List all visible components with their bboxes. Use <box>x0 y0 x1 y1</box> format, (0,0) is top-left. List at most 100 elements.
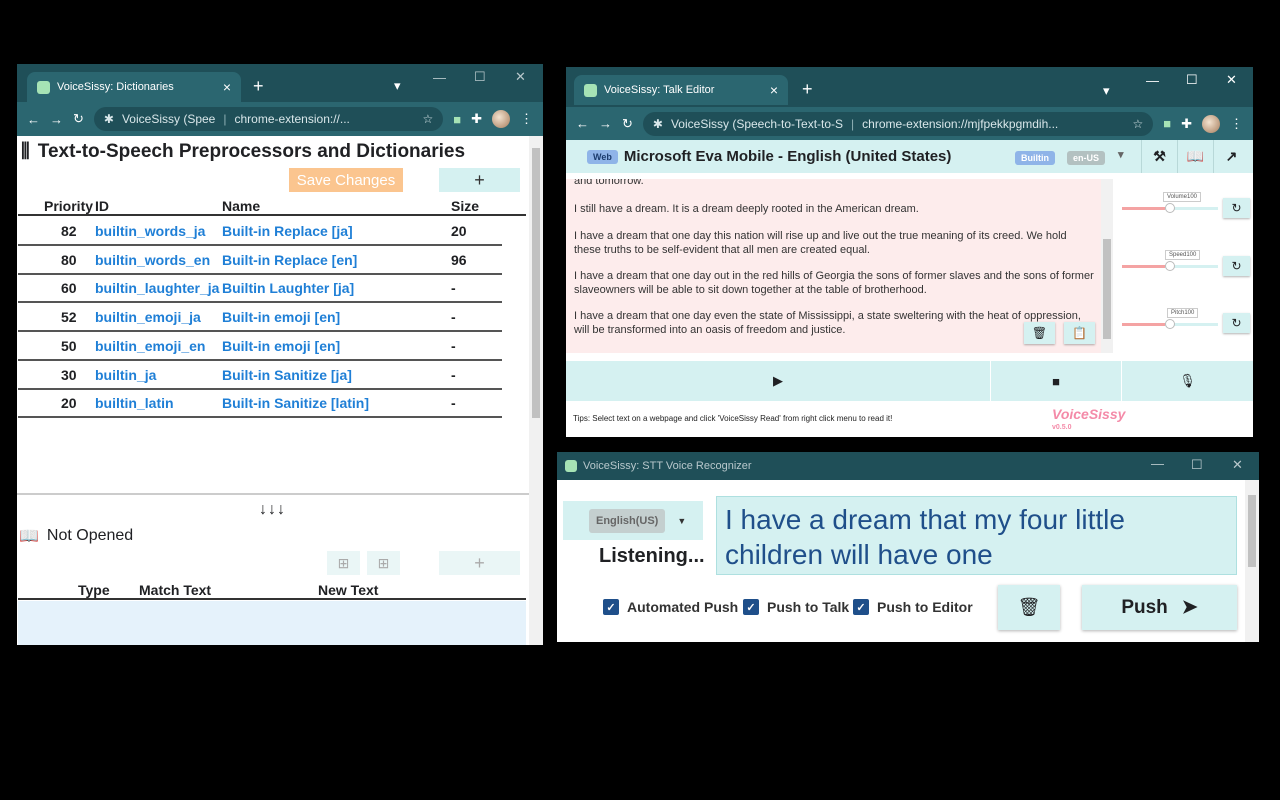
col-priority[interactable]: Priority <box>44 198 93 214</box>
extensions-icon[interactable]: ✚ <box>471 111 482 127</box>
close-window-icon[interactable]: ✕ <box>1232 457 1243 473</box>
scrollbar[interactable] <box>529 136 543 645</box>
open-external-icon[interactable]: ↗ <box>1213 140 1249 173</box>
col-size[interactable]: Size <box>451 198 479 214</box>
tab-dictionaries[interactable]: VoiceSissy: Dictionaries × <box>27 72 241 102</box>
forward-icon[interactable]: → <box>599 116 612 131</box>
cell-id[interactable]: builtin_latin <box>95 395 174 411</box>
cell-id[interactable]: builtin_laughter_ja <box>95 280 219 296</box>
cell-name[interactable]: Built-in Sanitize [latin] <box>222 395 369 411</box>
maximize-icon[interactable]: ☐ <box>474 69 486 85</box>
minimize-icon[interactable]: — <box>1151 456 1164 471</box>
cell-id[interactable]: builtin_ja <box>95 367 156 383</box>
clear-transcript-button[interactable]: 🗑 <box>998 585 1060 630</box>
table-row[interactable]: 30 builtin_ja Built-in Sanitize [ja] - <box>18 361 502 390</box>
table-row[interactable]: 52 builtin_emoji_ja Built-in emoji [en] - <box>18 303 502 333</box>
tab-search-icon[interactable]: ▾ <box>394 78 401 94</box>
bookmark-star-icon[interactable]: ☆ <box>1132 117 1143 131</box>
cell-size: - <box>451 309 456 326</box>
import-table-icon[interactable]: ⊞ <box>327 551 360 575</box>
profile-avatar[interactable] <box>1202 114 1220 133</box>
close-window-icon[interactable]: ✕ <box>1226 72 1237 88</box>
cell-name[interactable]: Built-in emoji [en] <box>222 309 340 325</box>
tab-search-icon[interactable]: ▾ <box>1103 83 1110 99</box>
window-title: VoiceSissy: STT Voice Recognizer <box>583 460 752 472</box>
close-tab-icon[interactable]: × <box>770 82 778 98</box>
col-id[interactable]: ID <box>95 198 109 214</box>
voicesissy-extension-icon[interactable]: ■ <box>1163 116 1171 131</box>
table-row[interactable]: 20 builtin_latin Built-in Sanitize [latin]… <box>18 389 502 419</box>
voice-input-icon[interactable]: 🎙 <box>1122 361 1253 401</box>
cell-id[interactable]: builtin_emoji_ja <box>95 309 201 325</box>
pitch-knob[interactable] <box>1165 319 1175 329</box>
extension-puzzle-icon: ✱ <box>652 116 663 131</box>
close-tab-icon[interactable]: × <box>223 79 231 95</box>
cell-name[interactable]: Built-in Sanitize [ja] <box>222 367 352 383</box>
table-row[interactable]: 82 builtin_words_ja Built-in Replace [ja] 2… <box>18 217 502 246</box>
cell-name[interactable]: Builtin Laughter [ja] <box>222 280 354 296</box>
stt-scrollbar[interactable] <box>1245 480 1259 642</box>
profile-avatar[interactable] <box>492 110 510 128</box>
push-button[interactable]: Push ➤ <box>1082 585 1237 630</box>
chevron-down-icon[interactable]: ▾ <box>1118 148 1124 161</box>
scrollbar-thumb[interactable] <box>1103 239 1111 339</box>
table-row[interactable]: 80 builtin_words_en Built-in Replace [en] 9… <box>18 246 502 275</box>
cell-priority: 30 <box>61 366 77 383</box>
scrollbar-thumb[interactable] <box>532 148 540 418</box>
voice-selector[interactable]: Web Microsoft Eva Mobile - English (Unit… <box>566 140 1253 173</box>
new-tab-icon[interactable]: + <box>253 76 264 97</box>
dictionary-book-icon[interactable]: 📖 <box>1177 140 1213 173</box>
maximize-icon[interactable]: ☐ <box>1186 72 1198 88</box>
bookmark-star-icon[interactable]: ☆ <box>422 112 433 126</box>
voicesissy-extension-icon[interactable]: ■ <box>453 112 461 127</box>
reset-volume-icon[interactable]: ↻ <box>1223 198 1250 218</box>
minimize-icon[interactable]: — <box>433 70 446 85</box>
cell-id[interactable]: builtin_words_ja <box>95 223 205 239</box>
close-window-icon[interactable]: ✕ <box>515 69 526 85</box>
automated-push-checkbox[interactable]: ✓ Automated Push <box>603 599 738 615</box>
reload-icon[interactable]: ↻ <box>73 111 84 127</box>
table-row[interactable]: 50 builtin_emoji_en Built-in emoji [en] - <box>18 332 502 361</box>
cell-name[interactable]: Built-in emoji [en] <box>222 338 340 354</box>
web-badge: Web <box>587 149 618 164</box>
add-entry-button[interactable]: + <box>439 551 520 575</box>
cell-name[interactable]: Built-in Replace [ja] <box>222 223 353 239</box>
cell-name[interactable]: Built-in Replace [en] <box>222 252 357 268</box>
export-table-icon[interactable]: ⊞ <box>367 551 400 575</box>
back-icon[interactable]: ← <box>27 112 40 127</box>
clear-trash-button[interactable]: 🗑 <box>1024 322 1055 344</box>
tab-talk-editor[interactable]: VoiceSissy: Talk Editor × <box>574 75 788 105</box>
cell-priority: 82 <box>61 223 77 239</box>
reload-icon[interactable]: ↻ <box>622 116 633 132</box>
settings-wrench-icon[interactable]: ⚒ <box>1141 140 1177 173</box>
paste-clipboard-button[interactable]: 📋 <box>1064 322 1095 344</box>
forward-icon[interactable]: → <box>50 112 63 127</box>
stop-icon[interactable]: ■ <box>991 361 1122 401</box>
play-icon[interactable]: ▶ <box>566 361 991 401</box>
language-select[interactable]: English(US) ▼ <box>563 501 703 540</box>
push-to-talk-checkbox[interactable]: ✓ Push to Talk <box>743 599 849 615</box>
col-name[interactable]: Name <box>222 198 260 214</box>
editor-scrollbar[interactable] <box>1101 179 1113 353</box>
speed-knob[interactable] <box>1165 261 1175 271</box>
back-icon[interactable]: ← <box>576 116 589 131</box>
save-changes-button[interactable]: Save Changes <box>289 168 403 192</box>
extensions-icon[interactable]: ✚ <box>1181 116 1192 132</box>
volume-knob[interactable] <box>1165 203 1175 213</box>
reset-speed-icon[interactable]: ↻ <box>1223 256 1250 276</box>
cell-id[interactable]: builtin_words_en <box>95 252 210 268</box>
transcript-box[interactable]: I have a dream that my four little child… <box>716 496 1237 575</box>
new-tab-icon[interactable]: + <box>802 79 813 100</box>
scrollbar-thumb[interactable] <box>1248 495 1256 567</box>
cell-id[interactable]: builtin_emoji_en <box>95 338 205 354</box>
address-bar[interactable]: ✱ VoiceSissy (Speech-to-Text-to-S | chro… <box>642 111 1154 136</box>
push-to-editor-checkbox[interactable]: ✓ Push to Editor <box>853 599 973 615</box>
table-row[interactable]: 60 builtin_laughter_ja Builtin Laughter [j… <box>18 274 502 304</box>
reset-pitch-icon[interactable]: ↻ <box>1223 313 1250 333</box>
menu-dots-icon[interactable]: ⋮ <box>1230 116 1243 132</box>
minimize-icon[interactable]: — <box>1146 73 1159 88</box>
add-dictionary-button[interactable]: + <box>439 168 520 192</box>
address-bar[interactable]: ✱ VoiceSissy (Spee | chrome-extension://… <box>93 107 444 131</box>
maximize-icon[interactable]: ☐ <box>1191 457 1203 473</box>
menu-dots-icon[interactable]: ⋮ <box>520 111 533 127</box>
